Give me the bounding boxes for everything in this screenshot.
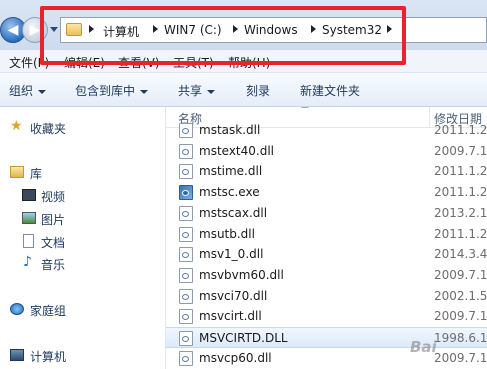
- file-row[interactable]: mstscax.dll 2013.2.15: [166, 203, 487, 224]
- file-row[interactable]: msvcirt.dll 2009.7.14: [166, 306, 487, 327]
- nav-pictures[interactable]: 图片: [41, 211, 65, 228]
- nav-computer[interactable]: 计算机: [30, 348, 66, 365]
- organize-button[interactable]: 组织: [9, 82, 47, 99]
- homegroup-icon: [10, 303, 24, 315]
- file-name: mstscax.dll: [199, 205, 268, 220]
- file-date-modified: 2011.1.23: [434, 164, 487, 179]
- file-date-modified: 2009.7.14: [434, 350, 487, 365]
- file-name: msvbvm60.dll: [199, 267, 284, 282]
- share-label: 共享: [178, 84, 203, 98]
- file-name: mstsc.exe: [199, 185, 260, 200]
- navigation-pane: ★ 收藏夹 库 视频 图片 文档 ♪ 音乐 家庭组 计算机: [0, 107, 166, 369]
- file-name: mstime.dll: [199, 164, 263, 179]
- file-date-modified: 2009.7.14: [434, 267, 487, 282]
- file-row[interactable]: msutb.dll 2011.1.23: [166, 224, 487, 245]
- file-row[interactable]: msv1_0.dll 2014.3.4: [166, 244, 487, 265]
- video-icon: [22, 189, 36, 201]
- dll-file-icon: [179, 331, 193, 346]
- file-date-modified: 2011.1.23: [434, 226, 487, 241]
- file-row[interactable]: mstsc.exe 2011.1.23: [166, 182, 487, 203]
- nav-music[interactable]: 音乐: [41, 256, 65, 273]
- file-row[interactable]: MSVCIRTD.DLL 1998.6.17: [166, 327, 487, 348]
- command-bar: 组织 包含到库中 共享 刻录 新建文件夹: [0, 73, 487, 107]
- nav-documents[interactable]: 文档: [41, 234, 65, 251]
- dll-file-icon: [179, 143, 193, 159]
- pictures-icon: [22, 212, 36, 224]
- watermark: Bai: [410, 338, 437, 356]
- music-icon: ♪: [23, 254, 32, 270]
- dll-file-icon: [179, 226, 193, 242]
- library-icon: [10, 166, 24, 178]
- documents-icon: [23, 234, 34, 248]
- file-name: msvci70.dll: [199, 288, 268, 303]
- file-date-modified: 2011.1.23: [434, 123, 487, 137]
- file-list: 名称 修改日期 mstask.dll2011.1.23mstext40.dll2…: [166, 107, 487, 369]
- dll-file-icon: [179, 123, 193, 138]
- exe-file-icon: [179, 185, 193, 201]
- dll-file-icon: [179, 350, 193, 366]
- file-row[interactable]: mstask.dll 2011.1.23: [166, 120, 487, 141]
- nav-favorites[interactable]: 收藏夹: [30, 120, 66, 137]
- file-name: mstask.dll: [199, 123, 261, 137]
- file-name: MSVCIRTD.DLL: [199, 331, 288, 345]
- file-name: msv1_0.dll: [199, 247, 264, 262]
- file-date-modified: 2009.7.14: [434, 309, 487, 324]
- dll-file-icon: [179, 267, 193, 283]
- include-in-library-button[interactable]: 包含到库中: [75, 82, 149, 99]
- chevron-down-icon: [140, 89, 149, 94]
- file-name: msutb.dll: [199, 226, 255, 241]
- file-date-modified: 2014.3.4: [434, 247, 487, 262]
- share-button[interactable]: 共享: [178, 82, 216, 99]
- chevron-down-icon: [207, 89, 216, 94]
- dll-file-icon: [179, 247, 193, 263]
- dll-file-icon: [179, 288, 193, 304]
- file-row[interactable]: mstext40.dll 2009.7.14: [166, 141, 487, 162]
- dll-file-icon: [179, 309, 193, 325]
- dll-file-icon: [179, 205, 193, 221]
- file-date-modified: 2002.1.5: [434, 288, 487, 303]
- nav-homegroup[interactable]: 家庭组: [30, 302, 66, 319]
- burn-button[interactable]: 刻录: [246, 82, 270, 99]
- highlight-annotation-box: [40, 6, 406, 65]
- file-row[interactable]: mstime.dll 2011.1.23: [166, 161, 487, 182]
- sort-arrow-icon: [301, 107, 309, 108]
- star-icon: ★: [10, 118, 23, 134]
- computer-icon: [10, 349, 24, 361]
- new-folder-button[interactable]: 新建文件夹: [300, 82, 360, 99]
- file-row[interactable]: msvbvm60.dll 2009.7.14: [166, 265, 487, 286]
- file-name: mstext40.dll: [199, 143, 274, 158]
- file-date-modified: 2013.2.15: [434, 205, 487, 220]
- chevron-down-icon: [38, 89, 47, 94]
- nav-video[interactable]: 视频: [41, 188, 65, 205]
- file-row[interactable]: msvci70.dll 2002.1.5: [166, 286, 487, 307]
- dll-file-icon: [179, 164, 193, 180]
- file-name: msvcirt.dll: [199, 309, 262, 324]
- file-date-modified: 2009.7.14: [434, 143, 487, 158]
- file-date-modified: 2011.1.23: [434, 185, 487, 200]
- organize-label: 组织: [9, 84, 34, 98]
- file-date-modified: 1998.6.17: [434, 331, 487, 345]
- file-row[interactable]: msvcp60.dll 2009.7.14: [166, 348, 487, 369]
- file-name: msvcp60.dll: [199, 350, 272, 365]
- nav-libraries[interactable]: 库: [30, 165, 42, 182]
- include-library-label: 包含到库中: [75, 84, 136, 98]
